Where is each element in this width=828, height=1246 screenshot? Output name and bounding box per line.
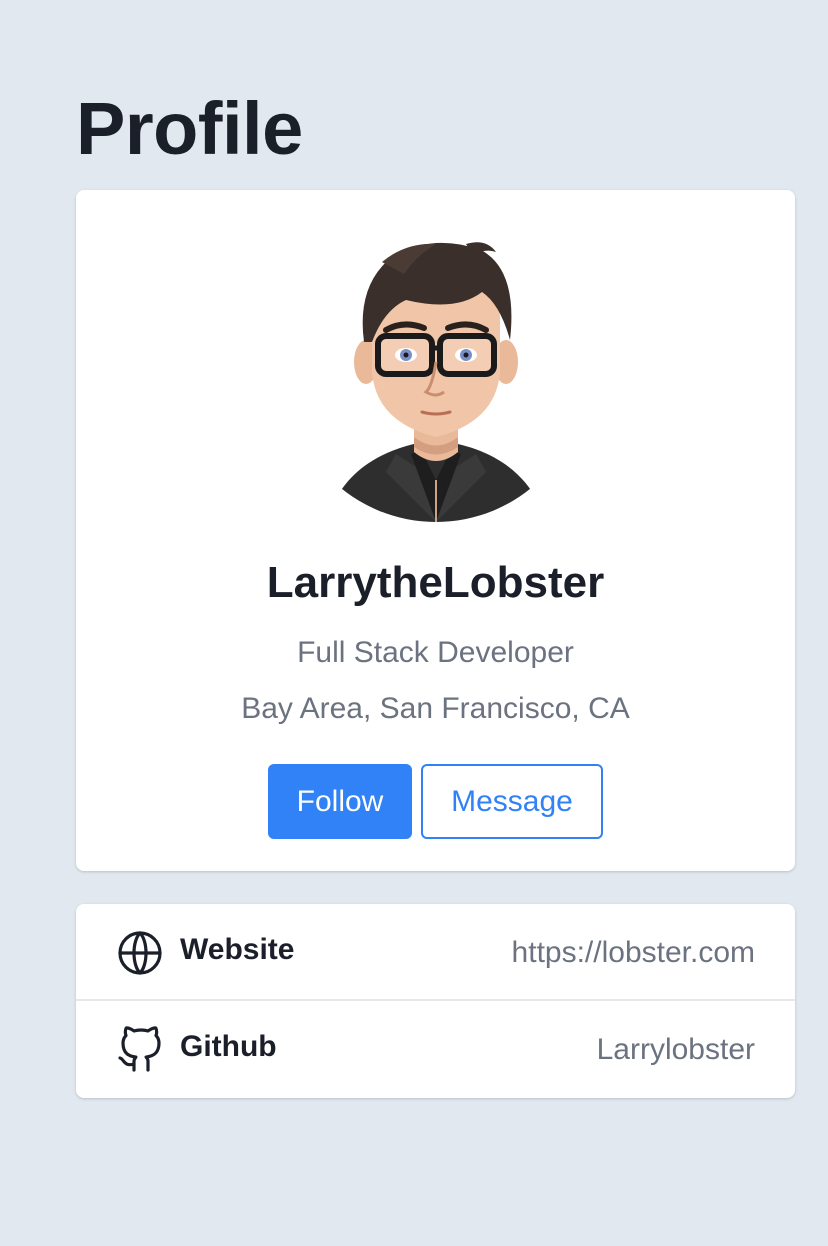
github-username[interactable]: Larrylobster <box>597 1030 755 1070</box>
links-card: Website https://lobster.com Github Larry… <box>76 904 795 1098</box>
link-label: Github <box>180 1030 277 1063</box>
follow-button[interactable]: Follow <box>268 764 412 839</box>
message-button[interactable]: Message <box>421 764 603 839</box>
link-row-website[interactable]: Website https://lobster.com <box>76 904 795 1001</box>
profile-role: Full Stack Developer <box>297 636 574 669</box>
profile-location: Bay Area, San Francisco, CA <box>241 692 630 725</box>
avatar <box>286 222 586 522</box>
github-icon <box>116 1026 164 1074</box>
page-title: Profile <box>76 87 303 170</box>
profile-name: LarrytheLobster <box>266 558 605 607</box>
profile-card: LarrytheLobster Full Stack Developer Bay… <box>76 190 795 871</box>
website-link[interactable]: https://lobster.com <box>512 933 755 973</box>
link-row-github[interactable]: Github Larrylobster <box>76 1001 795 1098</box>
link-label: Website <box>180 933 295 966</box>
globe-icon <box>116 929 164 977</box>
